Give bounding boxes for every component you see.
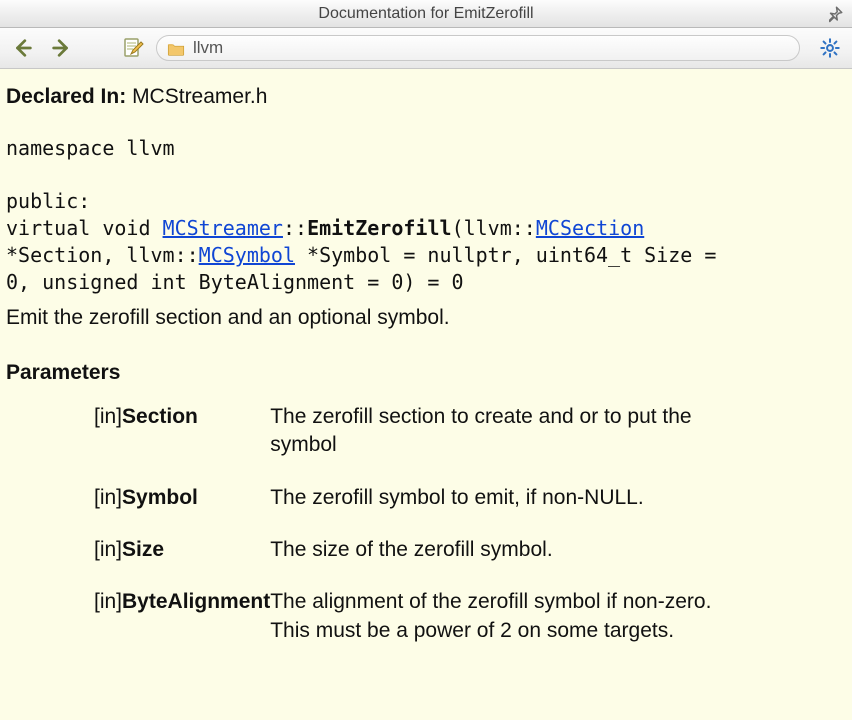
sig-after-open: (llvm::: [452, 216, 536, 240]
sig-l2a: *Section, llvm::: [6, 243, 199, 267]
param-direction: [in]: [94, 484, 122, 536]
param-direction: [in]: [94, 536, 122, 588]
titlebar: Documentation for EmitZerofill: [0, 0, 852, 28]
param-direction: [in]: [94, 588, 122, 669]
back-button[interactable]: [8, 33, 38, 63]
table-row: [in] Size The size of the zerofill symbo…: [94, 536, 740, 588]
toolbar: llvm: [0, 28, 852, 69]
sig-sep: ::: [283, 216, 307, 240]
method-description: Emit the zerofill section and an optiona…: [6, 304, 846, 332]
method-name: EmitZerofill: [307, 216, 452, 240]
param-name: Size: [122, 536, 270, 588]
edit-button[interactable]: [118, 33, 148, 63]
window-title: Documentation for EmitZerofill: [318, 5, 533, 23]
parameters-table: [in] Section The zerofill section to cre…: [94, 403, 740, 669]
forward-button[interactable]: [46, 33, 76, 63]
class-link[interactable]: MCStreamer: [163, 216, 283, 240]
signature-line-3: 0, unsigned int ByteAlignment = 0) = 0: [6, 269, 846, 296]
param-desc: The zerofill symbol to emit, if non-NULL…: [270, 484, 740, 536]
signature-line-2: *Section, llvm::MCSymbol *Symbol = nullp…: [6, 242, 846, 269]
param-desc: The zerofill section to create and or to…: [270, 403, 740, 484]
pin-icon[interactable]: [826, 5, 844, 23]
param-name: ByteAlignment: [122, 588, 270, 669]
folder-icon: [167, 41, 185, 55]
param-name: Symbol: [122, 484, 270, 536]
declared-in-label: Declared In:: [6, 85, 126, 108]
table-row: [in] Section The zerofill section to cre…: [94, 403, 740, 484]
sig-prefix: virtual void: [6, 216, 163, 240]
type-link-mcsymbol[interactable]: MCSymbol: [199, 243, 295, 267]
access-line: public:: [6, 188, 846, 215]
table-row: [in] Symbol The zerofill symbol to emit,…: [94, 484, 740, 536]
doc-content: Declared In: MCStreamer.h namespace llvm…: [0, 69, 852, 669]
settings-button[interactable]: [816, 34, 844, 62]
param-desc: The size of the zerofill symbol.: [270, 536, 740, 588]
signature-block: namespace llvm public: virtual void MCSt…: [6, 135, 846, 296]
namespace-line: namespace llvm: [6, 135, 846, 162]
table-row: [in] ByteAlignment The alignment of the …: [94, 588, 740, 669]
breadcrumb-pill[interactable]: llvm: [156, 35, 800, 61]
sig-l2b: *Symbol = nullptr, uint64_t Size =: [295, 243, 716, 267]
param-desc: The alignment of the zerofill symbol if …: [270, 588, 740, 669]
breadcrumb-label: llvm: [193, 38, 223, 58]
param-direction: [in]: [94, 403, 122, 484]
param-name: Section: [122, 403, 270, 484]
parameters-heading: Parameters: [6, 359, 846, 387]
declared-in-value: MCStreamer.h: [132, 85, 267, 108]
signature-line-1: virtual void MCStreamer::EmitZerofill(ll…: [6, 215, 846, 242]
type-link-mcsection[interactable]: MCSection: [536, 216, 644, 240]
declared-in: Declared In: MCStreamer.h: [6, 83, 846, 111]
